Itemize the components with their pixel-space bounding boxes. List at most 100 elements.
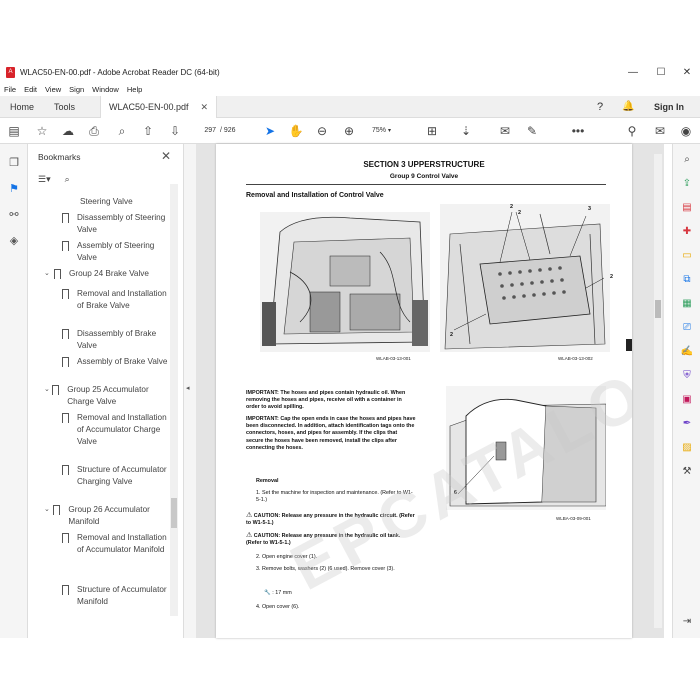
bookmark-group[interactable]: ⌄ Group 26 Accumulator Manifold [44, 504, 176, 528]
bookmark-item[interactable]: Structure of Accumulator Manifold [62, 584, 174, 608]
scroll-mode-icon[interactable]: ⇣ [458, 123, 474, 139]
figure-1-drawing [260, 212, 430, 352]
zoom-select[interactable]: 75% ▾ [372, 124, 412, 137]
menu-window[interactable]: Window [92, 85, 119, 94]
close-bookmarks-icon[interactable]: ✕ [161, 149, 171, 163]
send-for-signature-icon[interactable]: ✒ [679, 416, 695, 430]
create-pdf-icon[interactable]: ▤ [679, 200, 695, 214]
bookmark-star-icon[interactable]: ☆ [34, 123, 50, 139]
bookmark-icon [62, 289, 69, 302]
find-icon[interactable]: ⌕ [114, 123, 130, 139]
layers-icon[interactable]: ◈ [6, 232, 22, 248]
bookmark-item[interactable]: Removal and Installation of Brake Valve [62, 288, 174, 312]
menu-file[interactable]: File [4, 85, 16, 94]
help-icon[interactable]: ? [597, 96, 603, 118]
zoom-out-icon[interactable]: ⊖ [314, 123, 330, 139]
bookmark-item[interactable]: Disassembly of Brake Valve [62, 328, 174, 352]
attachments-icon[interactable]: ⚯ [6, 206, 22, 222]
protect-icon[interactable]: ⛨ [679, 368, 695, 382]
chevron-down-icon[interactable]: ⌄ [44, 268, 54, 280]
bookmarks-panel-icon[interactable]: ⚑ [6, 180, 22, 196]
bookmark-item[interactable]: Assembly of Steering Valve [62, 240, 174, 264]
acrobat-window: A WLAC50-EN-00.pdf - Adobe Acrobat Reade… [0, 62, 700, 638]
export-pdf-icon[interactable]: ⇪ [679, 176, 695, 190]
more-tools-rail-icon[interactable]: ⚒ [679, 464, 695, 478]
save-icon[interactable]: ▤ [6, 123, 22, 139]
bookmark-item[interactable]: Removal and Installation of Accumulator … [62, 412, 174, 448]
expand-rail-icon[interactable]: ⇥ [679, 614, 695, 628]
figure-2-caption: WLAB-03-13-002 [558, 356, 593, 361]
sign-in-link[interactable]: Sign In [654, 96, 684, 118]
minimize-button[interactable]: — [618, 62, 648, 82]
bookmark-item[interactable]: Disassembly of Steering Valve [62, 212, 174, 236]
page-display-icon[interactable]: ⊞ [424, 123, 440, 139]
search-tool-icon[interactable]: ⌕ [679, 152, 695, 166]
bookmark-group[interactable]: ⌄ Group 25 Accumulator Charge Valve [44, 384, 176, 408]
tab-home[interactable]: Home [10, 96, 34, 118]
print-icon[interactable]: ⎙ [86, 123, 102, 139]
bookmark-item[interactable]: Assembly of Brake Valve [62, 356, 174, 370]
caution-2-label: CAUTION: [253, 533, 281, 539]
find-bookmark-icon[interactable]: ⌕ [65, 174, 70, 185]
tab-tools[interactable]: Tools [54, 96, 75, 118]
bookmark-item[interactable]: Structure of Accumulator Charging Valve [62, 464, 174, 488]
panel-splitter[interactable]: ◂ [184, 144, 196, 638]
menu-sign[interactable]: Sign [69, 85, 84, 94]
bookmark-item[interactable]: Steering Valve [80, 196, 174, 208]
page-tab-marker [626, 339, 632, 351]
scan-ocr-icon[interactable]: ⎚ [679, 320, 695, 334]
window-title: WLAC50-EN-00.pdf - Adobe Acrobat Reader … [20, 67, 220, 77]
prepare-form-icon[interactable]: ▣ [679, 392, 695, 406]
chevron-down-icon[interactable]: ⌄ [44, 504, 53, 516]
menu-help[interactable]: Help [127, 85, 142, 94]
edit-pdf-icon[interactable]: ✚ [679, 224, 695, 238]
removal-subheading: Removal [256, 478, 279, 484]
callout-2d: 2 [450, 332, 453, 338]
cloud-upload-icon[interactable]: ☁ [60, 123, 76, 139]
hand-tool-icon[interactable]: ✋ [288, 123, 304, 139]
menu-bar: File Edit View Sign Window Help [0, 82, 150, 96]
menu-view[interactable]: View [45, 85, 61, 94]
email-icon[interactable]: ✉ [652, 123, 668, 139]
bookmarks-scroll-thumb[interactable] [171, 498, 177, 528]
more-tools-icon[interactable]: ••• [570, 123, 586, 139]
compress-pdf-icon[interactable]: ▨ [679, 440, 695, 454]
important-2-label: IMPORTANT: [246, 416, 279, 422]
collapse-panel-icon[interactable]: ◂ [186, 384, 190, 392]
chevron-down-icon[interactable]: ⌄ [44, 384, 52, 396]
comment-icon[interactable]: ✉ [497, 123, 513, 139]
bookmark-options-icon[interactable]: ☰▾ [38, 174, 51, 185]
fill-sign-icon[interactable]: ✍ [679, 344, 695, 358]
zoom-in-icon[interactable]: ⊕ [341, 123, 357, 139]
select-cursor-icon[interactable]: ➤ [262, 123, 278, 139]
organize-pages-icon[interactable]: ▦ [679, 296, 695, 310]
account-icon[interactable]: ◉ [678, 123, 694, 139]
close-tab-icon[interactable]: ✕ [201, 102, 209, 112]
bookmark-icon [62, 533, 69, 546]
page-thumbnails-icon[interactable]: ❐ [6, 154, 22, 170]
document-scrollbar[interactable] [654, 154, 662, 628]
page-down-icon[interactable]: ⇩ [167, 123, 183, 139]
bookmark-icon [62, 465, 69, 478]
share-link-icon[interactable]: ⚲ [624, 123, 640, 139]
right-tools-rail: ⌕ ⇪ ▤ ✚ ▭ ⧉ ▦ ⎚ ✍ ⛨ ▣ ✒ ▨ ⚒ ⇥ [672, 144, 700, 638]
document-scroll-thumb[interactable] [655, 300, 661, 318]
comment-tool-icon[interactable]: ▭ [679, 248, 695, 262]
menu-edit[interactable]: Edit [24, 85, 37, 94]
close-window-button[interactable]: ✕ [672, 62, 700, 82]
important-note-1: IMPORTANT: The hoses and pipes contain h… [246, 390, 416, 412]
bookmarks-scrollbar[interactable] [170, 184, 178, 616]
combine-files-icon[interactable]: ⧉ [679, 272, 695, 286]
highlight-pen-icon[interactable]: ✎ [524, 123, 540, 139]
bookmark-icon [62, 241, 69, 254]
bookmark-item[interactable]: Removal and Installation of Accumulator … [62, 532, 174, 556]
callout-2c: 2 [610, 274, 613, 280]
main-toolbar: ▤ ☆ ☁ ⎙ ⌕ ⇧ ⇩ 297 / 926 ➤ ✋ ⊖ ⊕ 75% ▾ ⊞ … [0, 118, 700, 144]
page-number-input[interactable]: 297 [194, 124, 216, 137]
bookmark-group[interactable]: ⌄ Group 24 Brake Valve [44, 268, 176, 282]
figure-2-drawing [440, 204, 610, 352]
bell-icon[interactable]: 🔔 [622, 96, 634, 118]
tab-document[interactable]: WLAC50-EN-00.pdf ✕ [100, 96, 218, 118]
bookmarks-header: Bookmarks [38, 152, 81, 162]
page-up-icon[interactable]: ⇧ [140, 123, 156, 139]
